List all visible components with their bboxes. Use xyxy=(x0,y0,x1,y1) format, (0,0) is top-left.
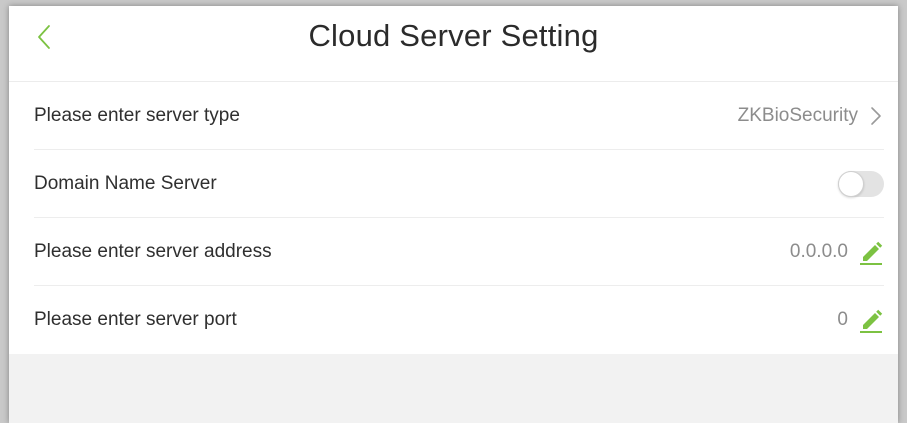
pencil-icon[interactable] xyxy=(858,306,884,334)
domain-name-server-toggle[interactable] xyxy=(838,171,884,197)
app-window: Cloud Server Setting Please enter server… xyxy=(9,6,898,423)
toggle-knob xyxy=(838,171,864,197)
header-bar: Cloud Server Setting xyxy=(9,6,898,82)
settings-list: Please enter server type ZKBioSecurity D… xyxy=(9,82,898,354)
server-port-value: 0 xyxy=(837,309,848,330)
chevron-right-icon[interactable] xyxy=(868,104,884,128)
server-type-control: ZKBioSecurity xyxy=(738,82,884,150)
server-type-label: Please enter server type xyxy=(34,105,240,126)
domain-name-server-control xyxy=(838,150,884,218)
server-port-label: Please enter server port xyxy=(34,309,237,330)
server-port-control: 0 xyxy=(837,286,884,354)
domain-name-server-label: Domain Name Server xyxy=(34,173,217,194)
server-address-value: 0.0.0.0 xyxy=(789,241,848,262)
server-port-row[interactable]: Please enter server port 0 xyxy=(9,286,898,354)
server-address-control: 0.0.0.0 xyxy=(790,218,884,286)
server-type-row[interactable]: Please enter server type ZKBioSecurity xyxy=(9,82,898,150)
server-type-value: ZKBioSecurity xyxy=(737,105,858,126)
domain-name-server-row[interactable]: Domain Name Server xyxy=(9,150,898,218)
page-title: Cloud Server Setting xyxy=(308,18,599,53)
server-address-label: Please enter server address xyxy=(34,241,272,262)
pencil-icon[interactable] xyxy=(858,238,884,266)
server-address-row[interactable]: Please enter server address 0.0.0.0 xyxy=(9,218,898,286)
